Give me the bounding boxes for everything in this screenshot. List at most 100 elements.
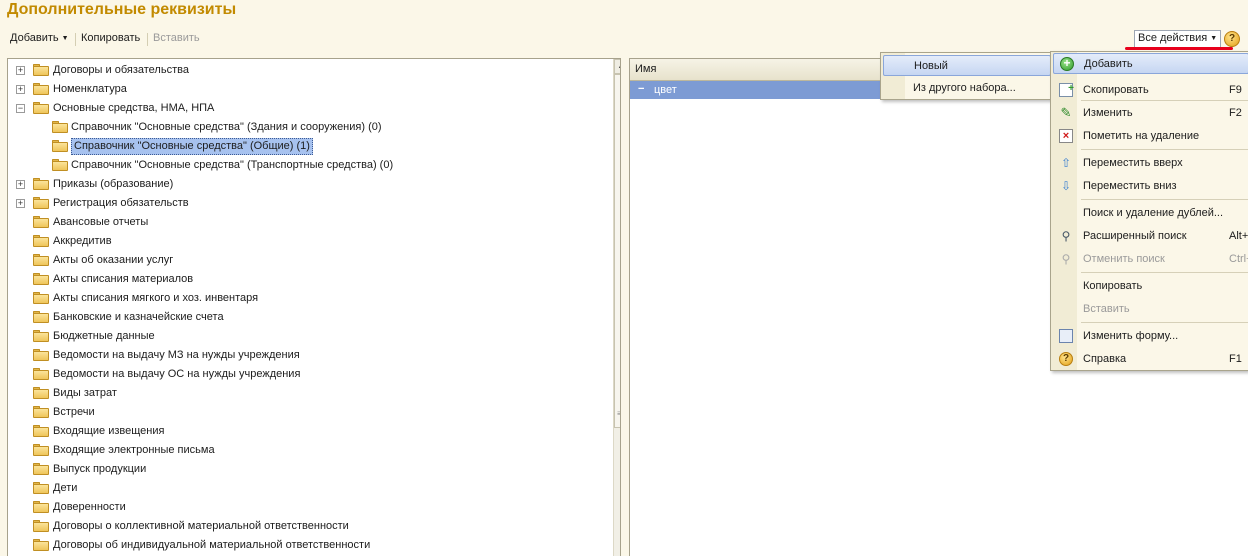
tree-item-label: Виды затрат	[53, 387, 117, 399]
tree-item[interactable]: Акты об оказании услуг	[8, 251, 608, 270]
menu-item[interactable]: Скопировать F9	[1053, 78, 1248, 101]
tree-item-label: Доверенности	[53, 501, 126, 513]
tree-item[interactable]: Выпуск продукции	[8, 460, 608, 479]
menu-item[interactable]: ⚲ Отменить поиск Ctrl+Q	[1053, 249, 1248, 270]
menu-item-label: Переместить вниз	[1083, 180, 1177, 192]
menu-item[interactable]: ⇩ Переместить вниз	[1053, 176, 1248, 197]
add-submenu: Новый Из другого набора...	[880, 52, 1053, 100]
menu-item-label: Добавить	[1084, 58, 1133, 70]
tree-item-label: Авансовые отчеты	[53, 216, 149, 228]
menu-item-label: Пометить на удаление	[1083, 130, 1200, 142]
tree-item[interactable]: + Регистрация обязательств	[8, 194, 608, 213]
expand-icon[interactable]: +	[16, 199, 25, 208]
tree-item[interactable]: + Договоры и обязательства	[8, 61, 608, 80]
vertical-scrollbar[interactable]: ▲ ≡	[613, 59, 620, 556]
menu-item-label: Вставить	[1083, 303, 1130, 315]
expand-icon[interactable]: +	[16, 66, 25, 75]
folder-icon	[33, 254, 49, 266]
cancel-search-icon: ⚲	[1061, 252, 1071, 266]
folder-icon	[33, 273, 49, 285]
tree-item[interactable]: Входящие электронные письма	[8, 441, 608, 460]
tree-item[interactable]: Акты списания мягкого и хоз. инвентаря	[8, 289, 608, 308]
tree-item-label: Акты списания материалов	[53, 273, 194, 285]
menu-item[interactable]: ✎ Изменить F2	[1053, 103, 1248, 124]
collapse-icon[interactable]: −	[16, 104, 25, 113]
tree-item[interactable]: Доверенности	[8, 498, 608, 517]
menu-item[interactable]: ? Справка F1	[1053, 349, 1248, 370]
tree-item[interactable]: Банковские и казначейские счета	[8, 308, 608, 327]
scroll-thumb[interactable]	[614, 74, 620, 428]
menu-separator	[1081, 272, 1248, 273]
tree-item[interactable]: − Основные средства, НМА, НПА	[8, 99, 608, 118]
tree-item[interactable]: Бюджетные данные	[8, 327, 608, 346]
menu-item-label: Скопировать	[1083, 84, 1149, 96]
tree-item-label: Справочник "Основные средства" (Транспор…	[71, 159, 394, 171]
folder-icon	[33, 235, 49, 247]
expand-icon[interactable]: +	[16, 180, 25, 189]
tree-item[interactable]: Ведомости на выдачу МЗ на нужды учрежден…	[8, 346, 608, 365]
help-icon: ?	[1059, 352, 1073, 366]
menu-item[interactable]: Изменить форму...	[1053, 326, 1248, 347]
scroll-up-icon[interactable]: ▲	[614, 59, 620, 74]
tree-item-label: Договоры и обязательства	[53, 64, 189, 76]
copy-button[interactable]: Копировать	[81, 32, 140, 44]
tree-item[interactable]: Встречи	[8, 403, 608, 422]
all-actions-menu: + Добавить Скопировать F9 ✎ Изменить F2 × Помети…	[1050, 51, 1248, 371]
menu-item-shortcut: F2	[1229, 107, 1242, 119]
paste-button[interactable]: Вставить	[153, 32, 200, 44]
tree-item-label: Аккредитив	[53, 235, 112, 247]
tree-item[interactable]: Ведомости на выдачу ОС на нужды учрежден…	[8, 365, 608, 384]
chevron-down-icon: ▼	[1210, 35, 1218, 42]
tree-item[interactable]: Договоры о коллективной материальной отв…	[8, 517, 608, 536]
menu-item[interactable]: Копировать	[1053, 276, 1248, 297]
tree-item-label: Банковские и казначейские счета	[53, 311, 224, 323]
tree-item-label: Акты списания мягкого и хоз. инвентаря	[53, 292, 259, 304]
add-button[interactable]: Добавить ▼	[10, 32, 69, 44]
tree-item-label: Бюджетные данные	[53, 330, 155, 342]
folder-icon	[33, 368, 49, 380]
collapse-icon[interactable]: −	[638, 83, 644, 95]
menu-item[interactable]: ⇧ Переместить вверх	[1053, 153, 1248, 174]
tree-item[interactable]: Дети	[8, 479, 608, 498]
folder-icon	[33, 197, 49, 209]
row-name-cell: цвет	[654, 84, 677, 96]
all-actions-button[interactable]: Все действия ▼	[1134, 30, 1222, 48]
tree-item[interactable]: Входящие извещения	[8, 422, 608, 441]
delete-mark-icon: ×	[1059, 129, 1073, 143]
menu-item[interactable]: Вставить	[1053, 299, 1248, 320]
menu-item[interactable]: + Добавить	[1053, 53, 1248, 74]
tree-item[interactable]: Справочник "Основные средства" (Общие) (…	[8, 137, 608, 156]
help-icon[interactable]: ?	[1224, 31, 1240, 47]
tree-item[interactable]: Аккредитив	[8, 232, 608, 251]
tree-item[interactable]: + Номенклатура	[8, 80, 608, 99]
folder-icon	[52, 140, 68, 152]
menu-separator	[1081, 149, 1248, 150]
folder-icon	[52, 121, 68, 133]
tree-item-label: Приказы (образование)	[53, 178, 174, 190]
tree-item[interactable]: Акты списания материалов	[8, 270, 608, 289]
folder-icon	[33, 425, 49, 437]
groups-tree[interactable]: + Договоры и обязательства + Номенклатура − О…	[7, 58, 621, 556]
tree-item[interactable]: Справочник "Основные средства" (Здания и…	[8, 118, 608, 137]
menu-item[interactable]: ⚲ Расширенный поиск Alt+F	[1053, 226, 1248, 247]
menu-item-label: Справка	[1083, 353, 1127, 365]
tree-item[interactable]: Авансовые отчеты	[8, 213, 608, 232]
folder-icon	[33, 64, 49, 76]
tree-item[interactable]: + Приказы (образование)	[8, 175, 608, 194]
expand-icon[interactable]: +	[16, 85, 25, 94]
menu-item[interactable]: × Пометить на удаление	[1053, 126, 1248, 147]
tree-item[interactable]: Виды затрат	[8, 384, 608, 403]
folder-icon	[33, 539, 49, 551]
chevron-down-icon: ▼	[61, 35, 69, 42]
folder-icon	[52, 159, 68, 171]
tree-item-label: Ведомости на выдачу ОС на нужды учрежден…	[53, 368, 301, 380]
folder-icon	[33, 330, 49, 342]
menu-item-new[interactable]: Новый	[883, 55, 1051, 76]
form-icon	[1059, 329, 1073, 343]
tree-item[interactable]: Справочник "Основные средства" (Транспор…	[8, 156, 608, 175]
tree-item-label: Номенклатура	[53, 83, 127, 95]
tree-item[interactable]: Договоры об индивидуальной материальной …	[8, 536, 608, 555]
menu-item-from-other-set[interactable]: Из другого набора...	[883, 78, 1051, 99]
tree-item-label: Справочник "Основные средства" (Здания и…	[71, 121, 382, 133]
menu-item[interactable]: Поиск и удаление дублей...	[1053, 203, 1248, 224]
